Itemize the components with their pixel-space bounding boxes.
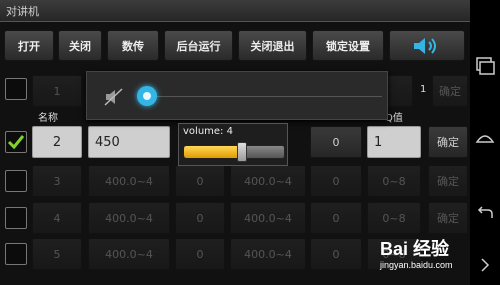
close-button[interactable]: 关闭 <box>58 30 102 61</box>
volume-button[interactable] <box>389 30 465 61</box>
row-2-confirm-button[interactable]: 确定 <box>428 126 468 158</box>
app-window: 对讲机 打开 关闭 数传 后台运行 关闭退出 锁定设置 1 1 确定 名称 Q值… <box>0 0 470 285</box>
row-3-c-value[interactable]: 0 <box>310 165 362 197</box>
recent-apps-icon[interactable] <box>474 55 496 77</box>
watermark-logo: Bai 经验 <box>380 239 450 259</box>
header-name: 名称 <box>38 113 58 124</box>
row-2-q-input[interactable]: 1 <box>367 126 421 158</box>
row-2-c-value[interactable]: 0 <box>310 126 362 158</box>
quick-volume-track[interactable] <box>142 96 382 97</box>
row-4-range[interactable]: 400.0~4 <box>230 202 306 234</box>
row-3-b-value[interactable]: 0 <box>175 165 225 197</box>
row-4-b-value[interactable]: 0 <box>175 202 225 234</box>
row-4-number[interactable]: 4 <box>32 202 82 234</box>
row-5-range[interactable]: 400.0~4 <box>230 238 306 270</box>
row-3-confirm-button[interactable]: 确定 <box>428 165 468 197</box>
row-5-number[interactable]: 5 <box>32 238 82 270</box>
mute-speaker-icon[interactable] <box>103 86 125 108</box>
quick-volume-popup <box>86 71 388 120</box>
row-3-frequency[interactable]: 400.0~4 <box>88 165 170 197</box>
open-button[interactable]: 打开 <box>4 30 54 61</box>
home-icon[interactable] <box>474 128 496 150</box>
navigation-bar <box>470 0 500 285</box>
row-3-range[interactable]: 400.0~4 <box>230 165 306 197</box>
volume-popup: volume: 4 <box>178 123 288 166</box>
slider-knob-icon[interactable] <box>137 86 157 106</box>
row-1-extra-value: 1 <box>420 84 427 95</box>
row-1-number[interactable]: 1 <box>32 75 82 107</box>
row-5-frequency[interactable]: 400.0~4 <box>88 238 170 270</box>
row-4-c-value[interactable]: 0 <box>310 202 362 234</box>
row-4-checkbox[interactable] <box>5 207 27 229</box>
row-3-q-value[interactable]: 0~8 <box>367 165 421 197</box>
row-5-b-value[interactable]: 0 <box>175 238 225 270</box>
row-5-checkbox[interactable] <box>5 243 27 265</box>
window-title: 对讲机 <box>6 5 39 18</box>
volume-label: volume: 4 <box>183 126 233 137</box>
row-4-q-value[interactable]: 0~8 <box>367 202 421 234</box>
data-transfer-button[interactable]: 数传 <box>107 30 159 61</box>
background-run-button[interactable]: 后台运行 <box>164 30 233 61</box>
volume-slider-thumb[interactable] <box>237 142 247 162</box>
row-1-extra-cell[interactable] <box>386 75 413 107</box>
close-exit-button[interactable]: 关闭退出 <box>238 30 307 61</box>
row-5-c-value[interactable]: 0 <box>310 238 362 270</box>
watermark-url: jingyan.baidu.com <box>380 260 453 270</box>
row-2-number[interactable]: 2 <box>32 126 82 158</box>
row-1-checkbox[interactable] <box>5 78 27 100</box>
row-2-frequency-input[interactable]: 450 <box>88 126 170 158</box>
checkmark-icon <box>7 135 25 150</box>
row-2-checkbox[interactable] <box>5 131 27 153</box>
volume-slider-fill <box>184 146 242 158</box>
title-bar: 对讲机 <box>0 0 470 22</box>
row-3-checkbox[interactable] <box>5 170 27 192</box>
speaker-icon <box>414 37 436 54</box>
volume-slider[interactable] <box>183 142 285 162</box>
row-4-confirm-button[interactable]: 确定 <box>428 202 468 234</box>
row-3-number[interactable]: 3 <box>32 165 82 197</box>
chevron-right-icon[interactable] <box>474 254 496 276</box>
lock-settings-button[interactable]: 锁定设置 <box>312 30 384 61</box>
row-4-frequency[interactable]: 400.0~4 <box>88 202 170 234</box>
back-icon[interactable] <box>474 203 496 225</box>
baidu-watermark: Bai 经验 jingyan.baidu.com <box>380 235 470 280</box>
row-1-confirm-button[interactable]: 确定 <box>432 75 468 107</box>
